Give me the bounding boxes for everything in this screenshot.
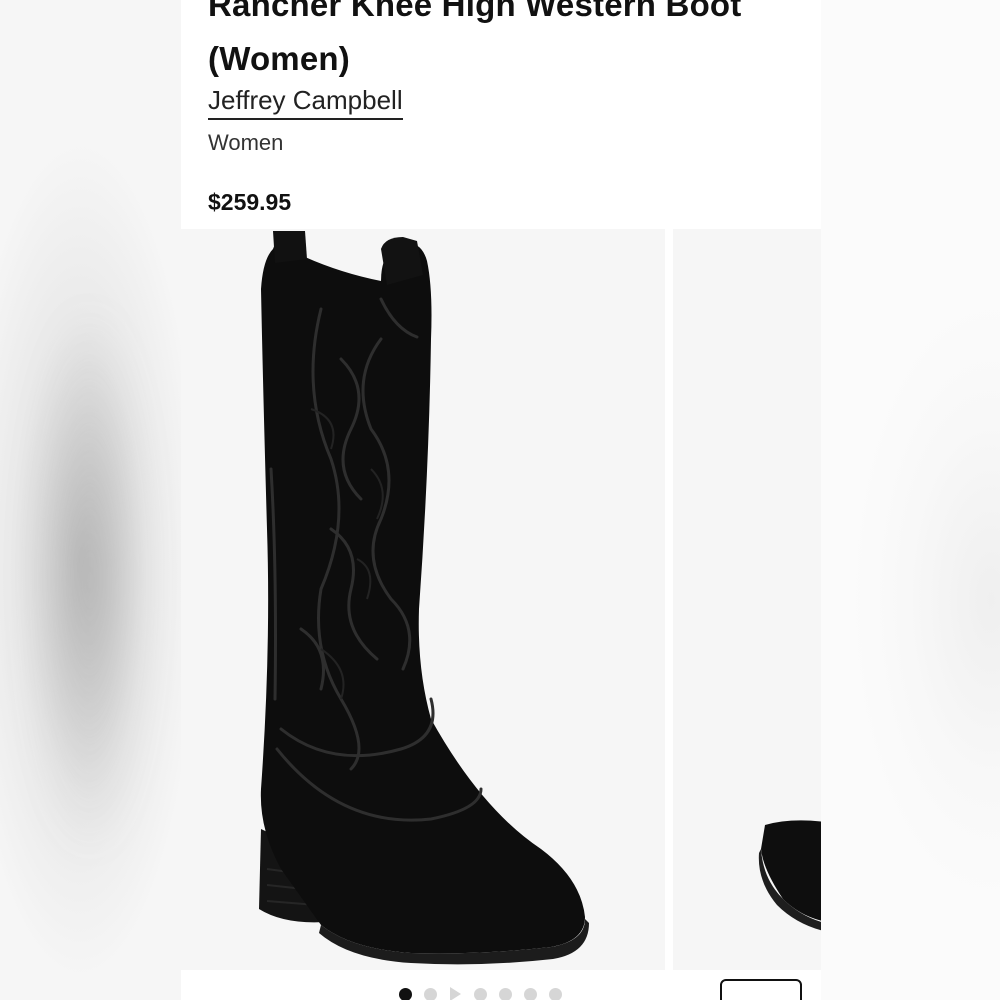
blurred-background-left bbox=[0, 0, 181, 1000]
product-page: Rancher Knee High Western Boot (Women) J… bbox=[181, 0, 821, 1000]
product-title-line1: Rancher Knee High Western Boot bbox=[208, 0, 742, 23]
product-category: Women bbox=[208, 130, 284, 155]
pagination-dot-4[interactable] bbox=[474, 987, 487, 1000]
blurred-background-right bbox=[821, 0, 1000, 1000]
pagination-dot-6[interactable] bbox=[524, 987, 537, 1000]
pagination-dot-5[interactable] bbox=[499, 987, 512, 1000]
product-title: Rancher Knee High Western Boot (Women) bbox=[208, 0, 808, 86]
boot-photo-main-icon bbox=[259, 231, 589, 965]
boot-photo-next-icon bbox=[758, 820, 821, 931]
video-play-icon[interactable] bbox=[450, 987, 461, 1000]
pagination-dot-1[interactable] bbox=[399, 987, 412, 1000]
pagination-dot-7[interactable] bbox=[549, 987, 562, 1000]
pagination-dot-2[interactable] bbox=[424, 987, 437, 1000]
gallery-image-main[interactable] bbox=[181, 229, 665, 970]
floating-action-button[interactable] bbox=[720, 979, 802, 1000]
product-price: $259.95 bbox=[208, 189, 292, 215]
gallery-pagination[interactable] bbox=[399, 986, 562, 1000]
gallery-image-next[interactable] bbox=[673, 229, 821, 970]
image-gallery[interactable] bbox=[181, 229, 821, 970]
brand-link[interactable]: Jeffrey Campbell bbox=[208, 84, 403, 120]
product-title-line2: (Women) bbox=[208, 40, 350, 77]
